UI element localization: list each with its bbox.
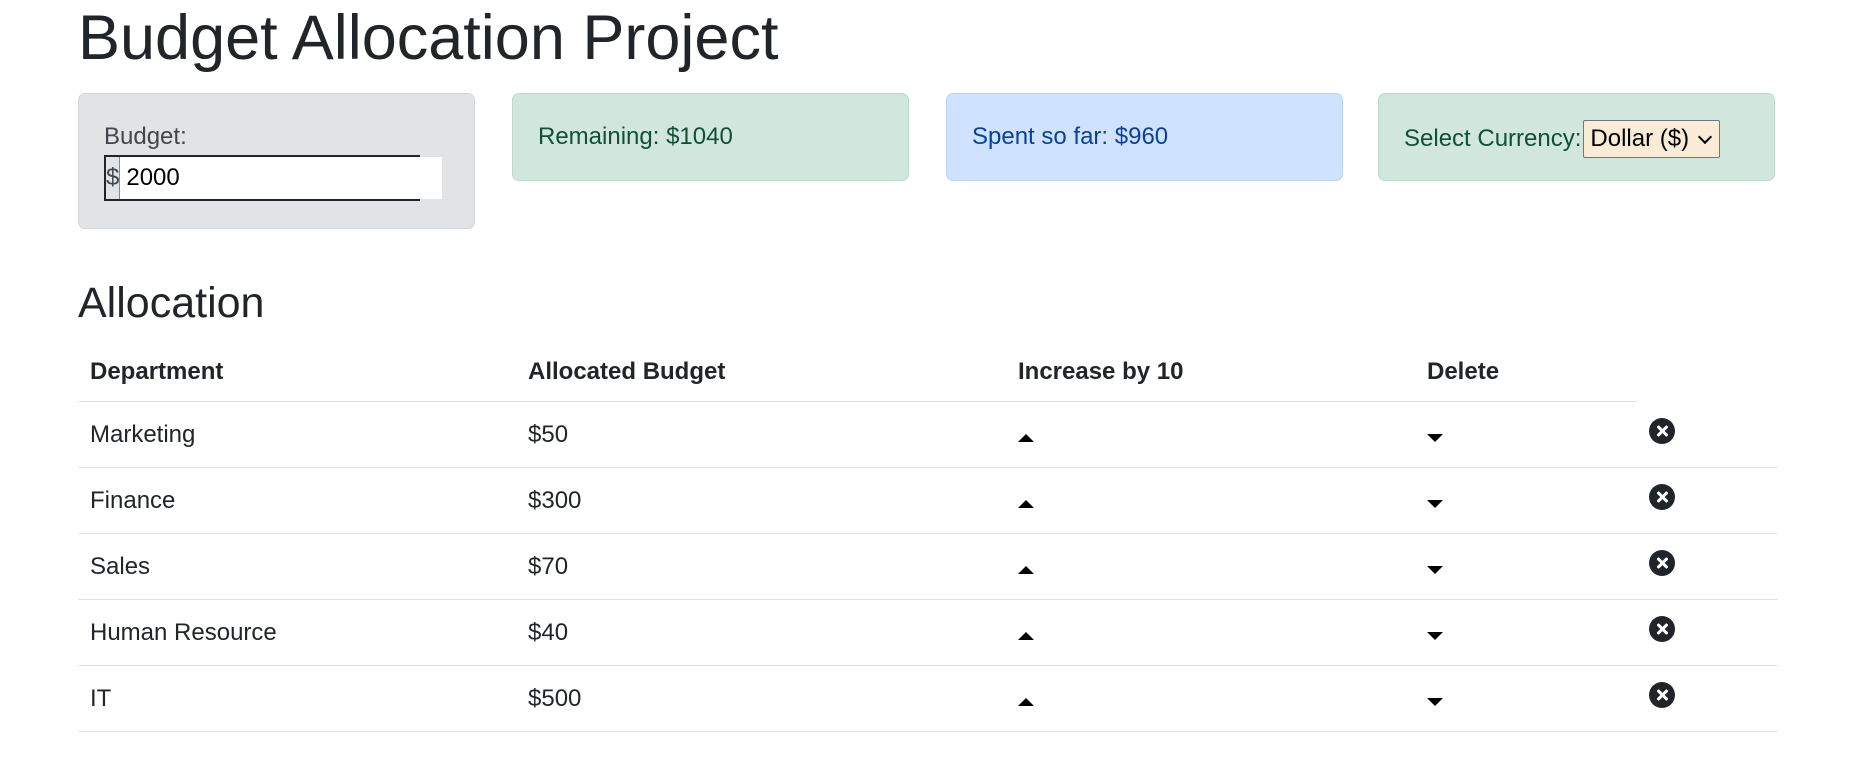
x-circle-icon[interactable]	[1649, 550, 1675, 576]
budget-currency-prefix: $	[106, 157, 121, 199]
delete-cell	[1637, 533, 1778, 600]
increase-cell	[1006, 467, 1415, 534]
delete-cell	[1637, 599, 1778, 666]
remaining-text: Remaining: $1040	[538, 123, 733, 150]
x-circle-icon[interactable]	[1649, 616, 1675, 642]
delete-cell	[1637, 665, 1778, 732]
table-row: Sales $70	[78, 533, 1778, 600]
caret-down-icon[interactable]	[1427, 499, 1443, 508]
table-row: IT $500	[78, 665, 1778, 732]
chevron-down-icon	[1698, 129, 1713, 145]
budget-label: Budget:	[104, 123, 187, 150]
x-circle-icon[interactable]	[1649, 484, 1675, 510]
header-department: Department	[78, 343, 516, 402]
allocated-cell: $50	[516, 401, 1006, 468]
budget-input[interactable]	[120, 157, 443, 199]
table-row: Marketing $50	[78, 401, 1778, 468]
table-row: Finance $300	[78, 467, 1778, 534]
department-cell: Sales	[78, 533, 516, 600]
delete-cell	[1637, 401, 1778, 468]
currency-card: Select Currency: Dollar ($)	[1378, 93, 1775, 181]
budget-card: Budget: $	[78, 93, 475, 229]
spent-card: Spent so far: $960	[946, 93, 1343, 181]
department-cell: IT	[78, 665, 516, 732]
caret-up-icon[interactable]	[1018, 697, 1034, 706]
currency-row: Select Currency: Dollar ($)	[1404, 120, 1721, 158]
decrease-cell	[1415, 401, 1637, 468]
department-cell: Human Resource	[78, 599, 516, 666]
delete-cell	[1637, 467, 1778, 534]
currency-label: Select Currency:	[1404, 125, 1582, 152]
currency-select[interactable]: Dollar ($)	[1583, 120, 1721, 158]
caret-up-icon[interactable]	[1018, 499, 1034, 508]
allocated-cell: $500	[516, 665, 1006, 732]
caret-down-icon[interactable]	[1427, 565, 1443, 574]
budget-input-group: $	[104, 155, 443, 201]
increase-cell	[1006, 533, 1415, 600]
spent-text: Spent so far: $960	[972, 123, 1169, 150]
page-title: Budget Allocation Project	[78, 3, 779, 73]
allocated-cell: $40	[516, 599, 1006, 666]
allocation-table: Department Allocated Budget Increase by …	[78, 343, 1778, 732]
caret-up-icon[interactable]	[1018, 631, 1034, 640]
currency-selected-value: Dollar ($)	[1590, 125, 1690, 152]
caret-up-icon[interactable]	[1018, 565, 1034, 574]
header-allocated-budget: Allocated Budget	[516, 343, 1006, 402]
caret-down-icon[interactable]	[1427, 697, 1443, 706]
allocated-cell: $70	[516, 533, 1006, 600]
table-header-row: Department Allocated Budget Increase by …	[78, 343, 1778, 402]
decrease-cell	[1415, 533, 1637, 600]
x-circle-icon[interactable]	[1649, 682, 1675, 708]
increase-cell	[1006, 599, 1415, 666]
header-empty	[1637, 343, 1778, 402]
header-increase: Increase by 10	[1006, 343, 1415, 402]
increase-cell	[1006, 401, 1415, 468]
allocation-title: Allocation	[78, 279, 265, 327]
decrease-cell	[1415, 467, 1637, 534]
decrease-cell	[1415, 665, 1637, 732]
decrease-cell	[1415, 599, 1637, 666]
allocated-cell: $300	[516, 467, 1006, 534]
remaining-card: Remaining: $1040	[512, 93, 909, 181]
table-row: Human Resource $40	[78, 599, 1778, 666]
x-circle-icon[interactable]	[1649, 417, 1675, 444]
department-cell: Finance	[78, 467, 516, 534]
caret-up-icon[interactable]	[1018, 433, 1034, 442]
summary-cards: Budget: $ Remaining: $1040 Spent so far:…	[78, 93, 1778, 229]
department-cell: Marketing	[78, 401, 516, 468]
caret-down-icon[interactable]	[1427, 433, 1443, 442]
increase-cell	[1006, 665, 1415, 732]
header-delete: Delete	[1415, 343, 1637, 402]
caret-down-icon[interactable]	[1427, 631, 1443, 640]
